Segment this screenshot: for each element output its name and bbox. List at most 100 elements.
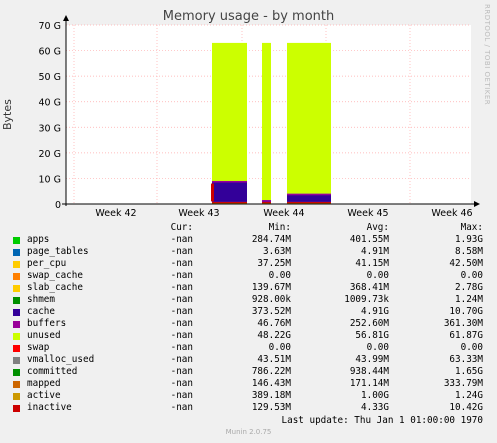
legend-min-value: 284.74M [251,234,291,245]
legend-max-value: 10.70G [449,306,483,317]
legend-max-value: 10.42G [449,402,483,413]
legend-series-name: active [27,390,61,401]
legend-max-value: 2.78G [455,282,483,293]
legend-cur-value: -nan [170,342,193,353]
y-tick-label: 50 G [39,72,61,83]
legend-cur-value: -nan [170,246,193,257]
header-max: Max: [460,222,483,233]
legend-row: apps -nan 284.74M 401.55M 1.93G [0,234,497,246]
last-update: Last update: Thu Jan 1 01:00:00 1970 [281,415,484,426]
legend-cur-value: -nan [170,378,193,389]
y-tick-label: 20 G [39,149,61,160]
legend-series-name: page_tables [27,246,89,257]
x-tick-label: Week 44 [263,208,304,219]
legend-series-name: apps [27,234,50,245]
y-tick-label: 30 G [39,123,61,134]
legend-avg-value: 0.00 [366,270,389,281]
legend-swatch [13,285,20,292]
legend-row: slab_cache -nan 139.67M 368.41M 2.78G [0,282,497,294]
x-tick-label: Week 43 [178,208,219,219]
data-areas [211,42,331,204]
legend-swatch [13,357,20,364]
legend-min-value: 37.25M [257,258,291,269]
legend-row: buffers -nan 46.76M 252.60M 361.30M [0,318,497,330]
y-tick-label: 10 G [39,174,61,185]
legend-swatch [13,309,20,316]
legend-max-value: 42.50M [449,258,483,269]
area-buffers [262,200,271,202]
legend-max-value: 1.93G [455,234,483,245]
y-tick-label: 70 G [39,21,61,32]
legend-row: committed -nan 786.22M 938.44M 1.65G [0,366,497,378]
legend-max-value: 61.87G [449,330,483,341]
legend-row: per_cpu -nan 37.25M 41.15M 42.50M [0,258,497,270]
y-axis-arrow [63,15,69,21]
area-inactive-edge [211,183,214,202]
legend-max-value: 1.65G [455,366,483,377]
legend-cur-value: -nan [170,258,193,269]
legend-row: mapped -nan 146.43M 171.14M 333.79M [0,378,497,390]
legend-series-name: swap_cache [27,270,83,281]
legend-min-value: 786.22M [251,366,291,377]
legend-row: active -nan 389.18M 1.00G 1.24G [0,390,497,402]
chart-svg: 010 G20 G30 G40 G50 G60 G70 G Week 42 Wee… [39,15,480,219]
legend-series-name: slab_cache [27,282,83,293]
legend-row: cache -nan 373.52M 4.91G 10.70G [0,306,497,318]
y-tick-label: 0 [55,200,61,211]
legend-swatch [13,237,20,244]
legend-series-name: committed [27,366,78,377]
legend-avg-value: 4.91M [361,246,389,257]
legend-max-value: 1.24G [455,390,483,401]
legend-cur-value: -nan [170,306,193,317]
y-tick-label: 40 G [39,98,61,109]
legend-min-value: 389.18M [251,390,291,401]
munin-version: Munin 2.0.75 [225,428,272,436]
legend-row: swap_cache -nan 0.00 0.00 0.00 [0,270,497,282]
legend-swatch [13,333,20,340]
legend-swatch [13,369,20,376]
legend-row: swap -nan 0.00 0.00 0.00 [0,342,497,354]
legend-avg-value: 171.14M [349,378,389,389]
legend-swatch [13,321,20,328]
y-tick-label: 60 G [39,47,61,58]
legend-avg-value: 401.55M [349,234,389,245]
legend-cur-value: -nan [170,234,193,245]
legend-cur-value: -nan [170,318,193,329]
legend-swatch [13,261,20,268]
area-unused [262,42,271,201]
legend-avg-value: 4.33G [361,402,389,413]
legend-swatch [13,405,20,412]
legend-cur-value: -nan [170,390,193,401]
x-tick-label: Week 46 [431,208,472,219]
x-tick-label: Week 42 [95,208,136,219]
legend-min-value: 373.52M [251,306,291,317]
x-tick-labels: Week 42 Week 43 Week 44 Week 45 Week 46 [95,208,472,219]
legend-row: unused -nan 48.22G 56.81G 61.87G [0,330,497,342]
legend-swatch [13,249,20,256]
legend-cur-value: -nan [170,282,193,293]
area-buffers [287,193,331,196]
x-tick-label: Week 45 [347,208,388,219]
legend-series-name: unused [27,330,61,341]
legend-min-value: 928.00k [251,294,291,305]
legend-avg-value: 4.91G [361,306,389,317]
legend-avg-value: 1.00G [361,390,389,401]
header-avg: Avg: [366,222,389,233]
legend-max-value: 361.30M [443,318,483,329]
legend-series-name: shmem [27,294,55,305]
legend-series-name: inactive [27,402,72,413]
legend-min-value: 146.43M [251,378,291,389]
legend-swatch [13,345,20,352]
legend-max-value: 8.58M [455,246,483,257]
legend-avg-value: 252.60M [349,318,389,329]
legend-header: Cur: Min: Avg: Max: [0,222,497,234]
legend-min-value: 139.67M [251,282,291,293]
legend-avg-value: 43.99M [355,354,389,365]
legend-cur-value: -nan [170,366,193,377]
legend-row: page_tables -nan 3.63M 4.91M 8.58M [0,246,497,258]
legend-swatch [13,273,20,280]
legend-min-value: 0.00 [268,270,291,281]
legend: Cur: Min: Avg: Max: apps -nan 284.74M 401.5… [0,222,497,414]
area-cache [212,180,247,202]
legend-cur-value: -nan [170,330,193,341]
